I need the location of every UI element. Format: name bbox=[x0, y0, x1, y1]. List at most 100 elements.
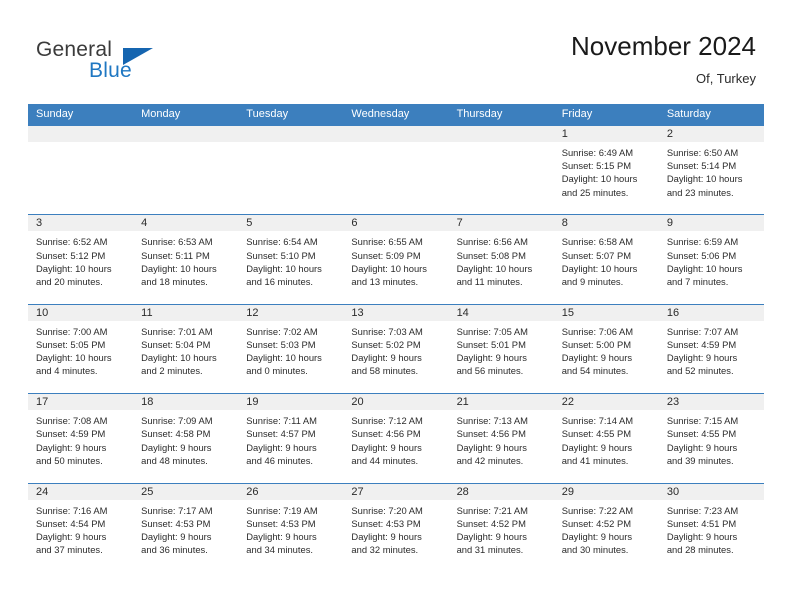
daylight-text-line2: and 4 minutes. bbox=[36, 365, 98, 377]
calendar-day-cell[interactable]: 25 Sunrise: 7:17 AM Sunset: 4:53 PM Dayligh… bbox=[133, 482, 239, 572]
sunset-text: Sunset: 5:12 PM bbox=[36, 249, 106, 261]
calendar-day-cell[interactable]: 26 Sunrise: 7:19 AM Sunset: 4:53 PM Dayligh… bbox=[238, 482, 344, 572]
daylight-text-line2: and 52 minutes. bbox=[666, 365, 734, 377]
sunrise-text: Sunrise: 7:08 AM bbox=[36, 415, 108, 427]
sunrise-text: Sunrise: 7:00 AM bbox=[36, 325, 108, 337]
calendar-week-row: 10 Sunrise: 7:00 AM Sunset: 5:05 PM Dayligh… bbox=[28, 303, 764, 393]
daylight-text-line1: Daylight: 10 hours bbox=[456, 262, 533, 274]
day-details: Sunrise: 6:55 AM Sunset: 5:09 PM Daylight:… bbox=[343, 231, 448, 288]
daylight-text-line1: Daylight: 9 hours bbox=[36, 530, 107, 542]
daylight-text-line1: Daylight: 9 hours bbox=[351, 530, 422, 542]
calendar-day-cell[interactable]: 16 Sunrise: 7:07 AM Sunset: 4:59 PM Dayligh… bbox=[658, 303, 764, 393]
calendar-page: General Blue November 2024 Of, Turkey Su… bbox=[0, 0, 792, 612]
sunrise-text: Sunrise: 7:16 AM bbox=[36, 504, 108, 516]
daylight-text-line1: Daylight: 10 hours bbox=[351, 262, 427, 274]
sunrise-text: Sunrise: 7:23 AM bbox=[666, 504, 739, 516]
day-details: Sunrise: 6:52 AM Sunset: 5:12 PM Daylight:… bbox=[28, 231, 133, 288]
calendar-day-cell[interactable]: 9 Sunrise: 6:59 AM Sunset: 5:06 PM Daylight… bbox=[658, 214, 764, 303]
daylight-text-line1: Daylight: 9 hours bbox=[351, 441, 422, 453]
day-details: Sunrise: 7:07 AM Sunset: 4:59 PM Daylight:… bbox=[659, 321, 764, 378]
sunset-text: Sunset: 4:53 PM bbox=[246, 517, 316, 529]
day-details: Sunrise: 6:50 AM Sunset: 5:14 PM Daylight:… bbox=[659, 142, 764, 199]
calendar-day-cell[interactable]: 27 Sunrise: 7:20 AM Sunset: 4:53 PM Dayligh… bbox=[343, 482, 449, 572]
sunset-text: Sunset: 4:58 PM bbox=[141, 428, 211, 440]
day-number bbox=[448, 125, 554, 142]
sunset-text: Sunset: 4:55 PM bbox=[561, 428, 632, 440]
sunset-text: Sunset: 4:55 PM bbox=[666, 428, 737, 440]
calendar-day-cell[interactable]: 13 Sunrise: 7:03 AM Sunset: 5:02 PM Dayligh… bbox=[343, 303, 449, 393]
daylight-text-line1: Daylight: 9 hours bbox=[561, 530, 633, 542]
day-number: 1 bbox=[553, 125, 659, 142]
calendar-day-cell[interactable]: 20 Sunrise: 7:12 AM Sunset: 4:56 PM Dayligh… bbox=[343, 393, 449, 482]
weekday-header-friday: Friday bbox=[561, 108, 593, 120]
sunrise-text: Sunrise: 7:22 AM bbox=[561, 504, 634, 516]
sunrise-text: Sunrise: 6:50 AM bbox=[666, 147, 739, 158]
daylight-text-line1: Daylight: 9 hours bbox=[141, 441, 212, 453]
calendar-day-cell[interactable]: 23 Sunrise: 7:15 AM Sunset: 4:55 PM Dayligh… bbox=[658, 393, 764, 482]
calendar-day-cell[interactable]: 17 Sunrise: 7:08 AM Sunset: 4:59 PM Dayligh… bbox=[28, 393, 134, 482]
daylight-text-line2: and 36 minutes. bbox=[141, 544, 208, 556]
logo-text-blue: Blue bbox=[89, 59, 132, 82]
daylight-text-line1: Daylight: 10 hours bbox=[561, 173, 638, 185]
day-number bbox=[238, 125, 344, 142]
calendar-day-cell[interactable]: 14 Sunrise: 7:05 AM Sunset: 5:01 PM Dayligh… bbox=[448, 303, 554, 393]
calendar-day-cell[interactable]: 18 Sunrise: 7:09 AM Sunset: 4:58 PM Dayligh… bbox=[133, 393, 239, 482]
day-details: Sunrise: 6:59 AM Sunset: 5:06 PM Daylight:… bbox=[659, 231, 764, 288]
daylight-text-line1: Daylight: 9 hours bbox=[456, 352, 527, 364]
sunrise-text: Sunrise: 6:58 AM bbox=[561, 236, 634, 248]
day-number: 16 bbox=[658, 303, 764, 321]
sunrise-text: Sunrise: 7:15 AM bbox=[666, 415, 739, 427]
day-details: Sunrise: 6:56 AM Sunset: 5:08 PM Daylight:… bbox=[449, 231, 554, 288]
general-blue-logo[interactable]: General Blue bbox=[36, 38, 236, 86]
calendar-day-cell[interactable]: 22 Sunrise: 7:14 AM Sunset: 4:55 PM Dayligh… bbox=[553, 393, 659, 482]
calendar-day-cell[interactable]: 3 Sunrise: 6:52 AM Sunset: 5:12 PM Daylight… bbox=[28, 214, 134, 303]
calendar-day-cell[interactable]: 21 Sunrise: 7:13 AM Sunset: 4:56 PM Dayligh… bbox=[448, 393, 554, 482]
daylight-text-line1: Daylight: 9 hours bbox=[666, 441, 738, 453]
daylight-text-line2: and 7 minutes. bbox=[666, 276, 729, 287]
page-header: General Blue November 2024 Of, Turkey bbox=[0, 0, 792, 104]
day-number: 29 bbox=[553, 482, 659, 500]
calendar-day-cell[interactable]: 7 Sunrise: 6:56 AM Sunset: 5:08 PM Daylight… bbox=[448, 214, 554, 303]
calendar-day-cell[interactable]: 28 Sunrise: 7:21 AM Sunset: 4:52 PM Dayligh… bbox=[448, 482, 554, 572]
weekday-header-tuesday: Tuesday bbox=[246, 108, 289, 120]
calendar-day-cell[interactable]: 2 Sunrise: 6:50 AM Sunset: 5:14 PM Daylight… bbox=[658, 125, 764, 214]
day-details: Sunrise: 7:08 AM Sunset: 4:59 PM Daylight:… bbox=[28, 410, 133, 467]
day-details: Sunrise: 7:01 AM Sunset: 5:04 PM Daylight:… bbox=[133, 321, 238, 378]
calendar-day-cell[interactable]: 8 Sunrise: 6:58 AM Sunset: 5:07 PM Daylight… bbox=[553, 214, 659, 303]
sunset-text: Sunset: 4:54 PM bbox=[36, 517, 106, 529]
day-number: 22 bbox=[553, 393, 659, 411]
calendar-day-cell[interactable]: 24 Sunrise: 7:16 AM Sunset: 4:54 PM Dayligh… bbox=[28, 482, 134, 572]
daylight-text-line1: Daylight: 10 hours bbox=[141, 262, 217, 274]
day-details: Sunrise: 7:09 AM Sunset: 4:58 PM Daylight:… bbox=[133, 410, 238, 467]
calendar-day-cell[interactable]: 5 Sunrise: 6:54 AM Sunset: 5:10 PM Daylight… bbox=[238, 214, 344, 303]
day-number: 26 bbox=[238, 482, 344, 500]
calendar-day-cell[interactable]: 4 Sunrise: 6:53 AM Sunset: 5:11 PM Daylight… bbox=[133, 214, 239, 303]
daylight-text-line2: and 13 minutes. bbox=[351, 276, 419, 287]
daylight-text-line2: and 31 minutes. bbox=[456, 544, 524, 556]
sunrise-text: Sunrise: 7:19 AM bbox=[246, 504, 318, 516]
daylight-text-line1: Daylight: 10 hours bbox=[666, 173, 743, 185]
day-details: Sunrise: 7:05 AM Sunset: 5:01 PM Daylight:… bbox=[449, 321, 554, 378]
day-number: 25 bbox=[133, 482, 239, 500]
daylight-text-line1: Daylight: 9 hours bbox=[561, 352, 633, 364]
calendar-day-cell[interactable]: 11 Sunrise: 7:01 AM Sunset: 5:04 PM Dayligh… bbox=[133, 303, 239, 393]
sunrise-text: Sunrise: 7:20 AM bbox=[351, 504, 423, 516]
day-details: Sunrise: 7:21 AM Sunset: 4:52 PM Daylight:… bbox=[449, 500, 554, 557]
calendar-day-cell[interactable]: 1 Sunrise: 6:49 AM Sunset: 5:15 PM Daylight… bbox=[553, 125, 659, 214]
calendar-day-cell[interactable]: 6 Sunrise: 6:55 AM Sunset: 5:09 PM Daylight… bbox=[343, 214, 449, 303]
calendar-week-row: 17 Sunrise: 7:08 AM Sunset: 4:59 PM Dayligh… bbox=[28, 393, 764, 482]
calendar-day-cell[interactable]: 15 Sunrise: 7:06 AM Sunset: 5:00 PM Dayligh… bbox=[553, 303, 659, 393]
calendar-day-cell[interactable]: 10 Sunrise: 7:00 AM Sunset: 5:05 PM Dayligh… bbox=[28, 303, 134, 393]
daylight-text-line2: and 11 minutes. bbox=[456, 276, 523, 287]
sunset-text: Sunset: 5:07 PM bbox=[561, 249, 632, 261]
calendar-day-cell[interactable]: 29 Sunrise: 7:22 AM Sunset: 4:52 PM Dayligh… bbox=[553, 482, 659, 572]
sunrise-text: Sunrise: 7:11 AM bbox=[246, 415, 317, 427]
calendar-day-cell[interactable]: 19 Sunrise: 7:11 AM Sunset: 4:57 PM Dayligh… bbox=[238, 393, 344, 482]
daylight-text-line1: Daylight: 9 hours bbox=[36, 441, 107, 453]
daylight-text-line2: and 54 minutes. bbox=[561, 365, 629, 377]
calendar-day-cell[interactable]: 12 Sunrise: 7:02 AM Sunset: 5:03 PM Dayligh… bbox=[238, 303, 344, 393]
calendar-day-cell[interactable]: 30 Sunrise: 7:23 AM Sunset: 4:51 PM Dayligh… bbox=[658, 482, 764, 572]
sunset-text: Sunset: 5:04 PM bbox=[141, 338, 211, 350]
weekday-header-row: Sunday Monday Tuesday Wednesday Thursday… bbox=[28, 104, 764, 125]
sunset-text: Sunset: 4:51 PM bbox=[666, 517, 737, 529]
